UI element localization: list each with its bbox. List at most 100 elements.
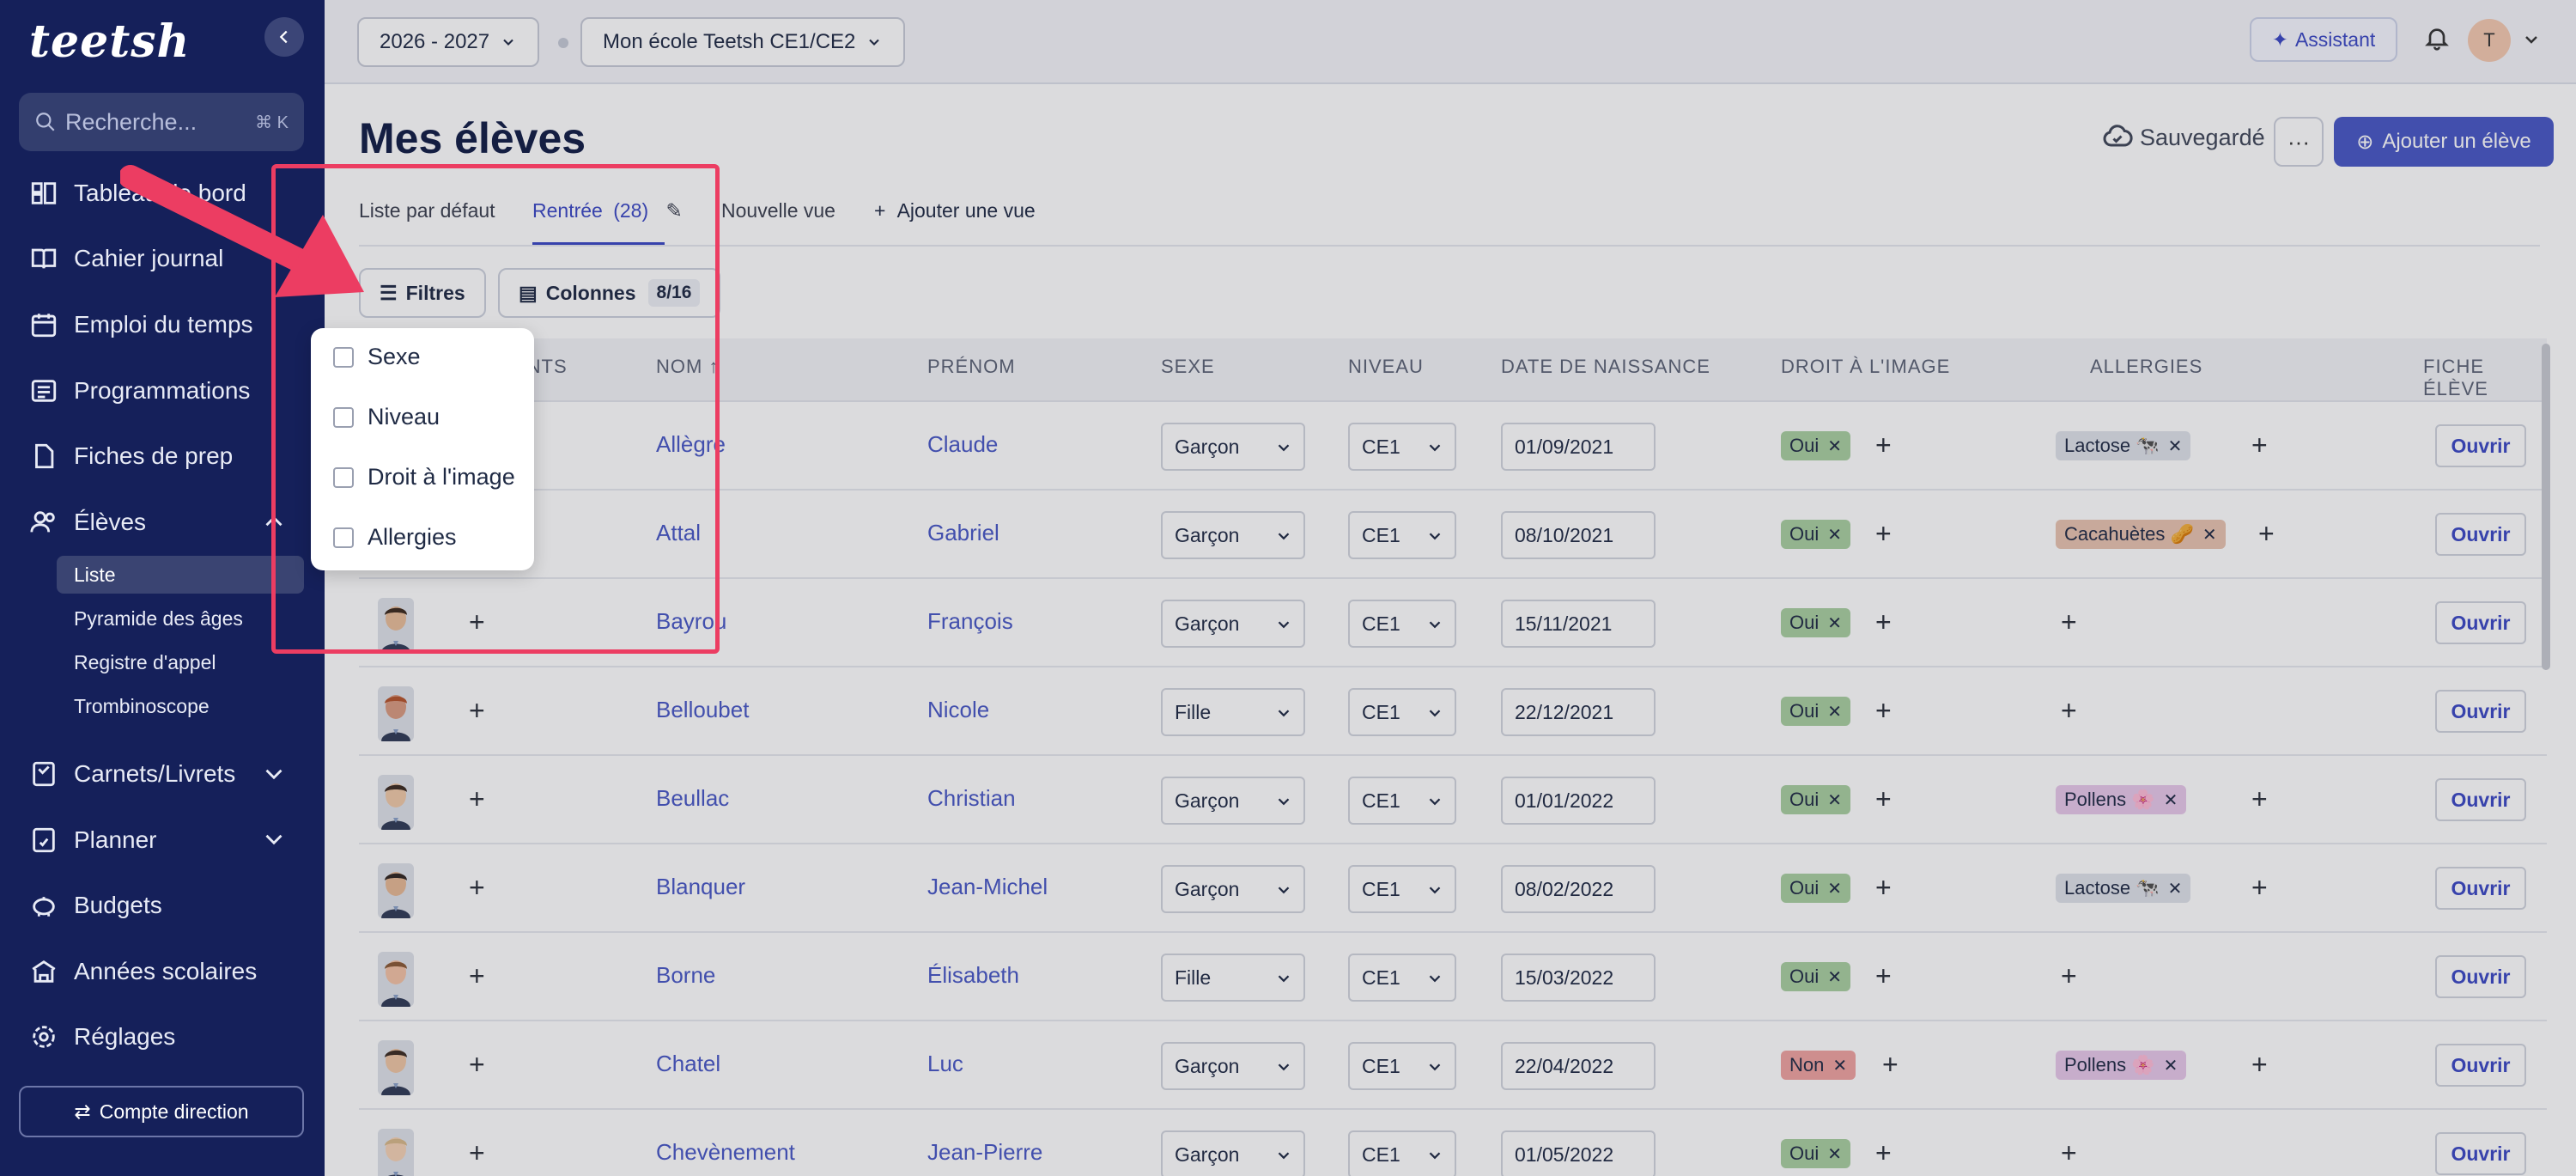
- remove-icon[interactable]: ✕: [1827, 524, 1842, 545]
- add-parent-icon[interactable]: +: [469, 874, 485, 901]
- remove-icon[interactable]: ✕: [1827, 878, 1842, 899]
- sidebar-item-budgets[interactable]: Budgets: [29, 884, 162, 927]
- birthdate-field[interactable]: 22/04/2022: [1501, 1042, 1656, 1090]
- more-options-button[interactable]: ···: [2274, 117, 2324, 167]
- add-image-right-icon[interactable]: +: [1875, 697, 1892, 724]
- remove-icon[interactable]: ✕: [2168, 878, 2183, 899]
- open-student-button[interactable]: Ouvrir: [2435, 955, 2526, 998]
- filters-button[interactable]: ☰ Filtres: [359, 268, 486, 318]
- sidebar-item-emploi-du-temps[interactable]: Emploi du temps: [29, 303, 253, 346]
- level-select[interactable]: CE1: [1348, 423, 1456, 471]
- add-allergy-icon[interactable]: +: [2251, 785, 2268, 813]
- sidebar-item-carnets[interactable]: Carnets/Livrets: [29, 753, 235, 795]
- open-student-button[interactable]: Ouvrir: [2435, 778, 2526, 821]
- birthdate-field[interactable]: 01/01/2022: [1501, 777, 1656, 825]
- birthdate-field[interactable]: 22/12/2021: [1501, 688, 1656, 736]
- birthdate-field[interactable]: 08/10/2021: [1501, 511, 1656, 559]
- student-first-name[interactable]: Christian: [927, 785, 1016, 812]
- remove-icon[interactable]: ✕: [1827, 1143, 1842, 1165]
- add-parent-icon[interactable]: +: [469, 608, 485, 636]
- birthdate-field[interactable]: 15/11/2021: [1501, 600, 1656, 648]
- sex-select[interactable]: Garçon: [1161, 777, 1305, 825]
- remove-icon[interactable]: ✕: [1827, 612, 1842, 634]
- open-student-button[interactable]: Ouvrir: [2435, 867, 2526, 910]
- open-student-button[interactable]: Ouvrir: [2435, 1132, 2526, 1175]
- filter-option-allergies[interactable]: Allergies: [333, 524, 457, 551]
- checkbox[interactable]: [333, 406, 354, 428]
- student-first-name[interactable]: Luc: [927, 1051, 963, 1077]
- remove-icon[interactable]: ✕: [2164, 1055, 2178, 1076]
- add-parent-icon[interactable]: +: [469, 1139, 485, 1167]
- remove-icon[interactable]: ✕: [1827, 436, 1842, 457]
- filter-option-niveau[interactable]: Niveau: [333, 404, 440, 430]
- sex-select[interactable]: Garçon: [1161, 1042, 1305, 1090]
- remove-icon[interactable]: ✕: [1832, 1055, 1847, 1076]
- tab-nouvelle-vue[interactable]: Nouvelle vue: [721, 199, 835, 222]
- sidebar-item-fiches-de-prep[interactable]: Fiches de prep: [29, 435, 233, 478]
- sex-select[interactable]: Garçon: [1161, 423, 1305, 471]
- switch-account-button[interactable]: ⇄ Compte direction: [19, 1086, 304, 1137]
- student-last-name[interactable]: Chatel: [656, 1051, 720, 1077]
- student-first-name[interactable]: Nicole: [927, 697, 989, 723]
- remove-icon[interactable]: ✕: [2202, 524, 2217, 545]
- level-select[interactable]: CE1: [1348, 1042, 1456, 1090]
- collapse-sidebar-button[interactable]: [264, 17, 304, 57]
- student-last-name[interactable]: Blanquer: [656, 874, 745, 900]
- checkbox[interactable]: [333, 346, 354, 368]
- student-first-name[interactable]: Claude: [927, 431, 998, 458]
- student-last-name[interactable]: Attal: [656, 520, 701, 546]
- student-first-name[interactable]: Gabriel: [927, 520, 999, 546]
- birthdate-field[interactable]: 01/05/2022: [1501, 1130, 1656, 1176]
- add-image-right-icon[interactable]: +: [1875, 608, 1892, 636]
- open-student-button[interactable]: Ouvrir: [2435, 601, 2526, 644]
- sex-select[interactable]: Fille: [1161, 688, 1305, 736]
- add-allergy-icon[interactable]: +: [2061, 608, 2077, 636]
- add-image-right-icon[interactable]: +: [1875, 785, 1892, 813]
- remove-icon[interactable]: ✕: [1827, 789, 1842, 811]
- chevron-down-icon[interactable]: [259, 759, 289, 789]
- scrollbar[interactable]: [2542, 344, 2550, 670]
- student-last-name[interactable]: Belloubet: [656, 697, 749, 723]
- tab-rentree[interactable]: Rentrée (28) ✎: [532, 199, 683, 222]
- sidebar-subitem-pyramide[interactable]: Pyramide des âges: [57, 600, 304, 637]
- sidebar-item-programmations[interactable]: Programmations: [29, 369, 250, 412]
- add-image-right-icon[interactable]: +: [1875, 520, 1892, 547]
- add-allergy-icon[interactable]: +: [2251, 431, 2268, 459]
- col-allergies[interactable]: ALLERGIES: [2090, 356, 2202, 378]
- add-view-button[interactable]: + Ajouter une vue: [874, 199, 1036, 222]
- open-student-button[interactable]: Ouvrir: [2435, 513, 2526, 556]
- student-first-name[interactable]: Jean-Pierre: [927, 1139, 1042, 1166]
- student-last-name[interactable]: Allègre: [656, 431, 726, 458]
- avatar[interactable]: T: [2468, 19, 2511, 62]
- student-first-name[interactable]: Jean-Michel: [927, 874, 1048, 900]
- birthdate-field[interactable]: 01/09/2021: [1501, 423, 1656, 471]
- remove-icon[interactable]: ✕: [2164, 789, 2178, 811]
- sidebar-item-annees-scolaires[interactable]: Années scolaires: [29, 950, 257, 993]
- filter-option-sexe[interactable]: Sexe: [333, 344, 421, 370]
- student-first-name[interactable]: Élisabeth: [927, 962, 1019, 989]
- remove-icon[interactable]: ✕: [1827, 966, 1842, 988]
- col-sexe[interactable]: SEXE: [1161, 356, 1215, 378]
- add-image-right-icon[interactable]: +: [1875, 874, 1892, 901]
- add-student-button[interactable]: ⊕ Ajouter un élève: [2334, 117, 2554, 167]
- columns-button[interactable]: ▤ Colonnes 8/16: [498, 268, 721, 318]
- add-allergy-icon[interactable]: +: [2251, 874, 2268, 901]
- sidebar-subitem-registre[interactable]: Registre d'appel: [57, 643, 304, 681]
- level-select[interactable]: CE1: [1348, 600, 1456, 648]
- col-niveau[interactable]: NIVEAU: [1348, 356, 1424, 378]
- app-logo[interactable]: teetsh: [29, 15, 190, 68]
- student-last-name[interactable]: Bayrou: [656, 608, 726, 635]
- col-nom[interactable]: NOM ↑: [656, 356, 719, 378]
- col-prenom[interactable]: PRÉNOM: [927, 356, 1016, 378]
- student-last-name[interactable]: Chevènement: [656, 1139, 795, 1166]
- add-parent-icon[interactable]: +: [469, 962, 485, 990]
- add-image-right-icon[interactable]: +: [1875, 1139, 1892, 1167]
- sidebar-item-cahier-journal[interactable]: Cahier journal: [29, 237, 223, 280]
- chevron-up-icon[interactable]: [259, 507, 289, 536]
- sidebar-item-dashboard[interactable]: Tableau de bord: [29, 172, 246, 215]
- add-image-right-icon[interactable]: +: [1875, 962, 1892, 990]
- add-parent-icon[interactable]: +: [469, 697, 485, 724]
- sidebar-subitem-liste[interactable]: Liste: [57, 556, 304, 594]
- add-parent-icon[interactable]: +: [469, 785, 485, 813]
- student-first-name[interactable]: François: [927, 608, 1013, 635]
